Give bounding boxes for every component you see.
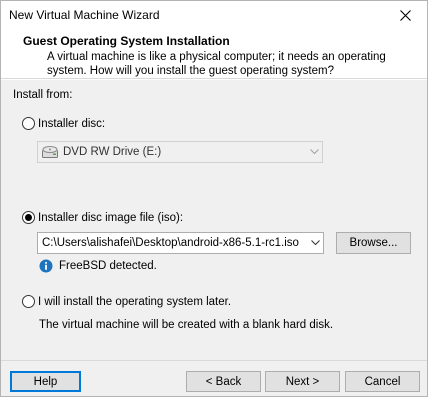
install-from-label: Install from: [13, 89, 73, 101]
page-description: A virtual machine is like a physical com… [47, 51, 386, 77]
iso-option[interactable]: Installer disc image file (iso): [22, 211, 183, 224]
iso-path-value: C:\Users\alishafei\Desktop\android-x86-5… [42, 237, 299, 249]
help-button[interactable]: Help [10, 371, 81, 392]
wizard-footer: Help < Back Next > Cancel [1, 360, 427, 396]
chevron-down-icon [307, 240, 323, 246]
browse-button[interactable]: Browse... [336, 232, 411, 254]
info-icon [39, 259, 53, 273]
install-later-note: The virtual machine will be created with… [39, 319, 334, 331]
iso-path-select[interactable]: C:\Users\alishafei\Desktop\android-x86-5… [37, 232, 324, 254]
chevron-down-icon [306, 149, 322, 155]
dvd-drive-icon [41, 145, 59, 159]
next-button[interactable]: Next > [265, 371, 340, 392]
installer-disc-radio[interactable] [22, 117, 35, 130]
detected-os-text: FreeBSD detected. [59, 260, 157, 272]
wizard-content: Install from: Installer disc: DVD RW Dri… [1, 80, 427, 360]
page-title: Guest Operating System Installation [23, 34, 230, 48]
close-button[interactable] [383, 1, 427, 30]
detection-status: FreeBSD detected. [39, 259, 157, 273]
install-later-option[interactable]: I will install the operating system late… [22, 295, 231, 308]
wizard-header: Guest Operating System Installation A vi… [1, 30, 427, 79]
wizard-window: New Virtual Machine Wizard Guest Operati… [0, 0, 428, 397]
close-icon [399, 10, 411, 21]
title-bar: New Virtual Machine Wizard [1, 1, 427, 30]
iso-label: Installer disc image file (iso): [38, 211, 184, 224]
cancel-button[interactable]: Cancel [345, 371, 420, 392]
installer-disc-option[interactable]: Installer disc: [22, 117, 105, 130]
install-later-label: I will install the operating system late… [38, 295, 232, 308]
installer-disc-label: Installer disc: [38, 117, 106, 130]
window-title: New Virtual Machine Wizard [9, 8, 160, 22]
disc-drive-select[interactable]: DVD RW Drive (E:) [37, 141, 323, 163]
back-button[interactable]: < Back [186, 371, 261, 392]
install-later-radio[interactable] [22, 295, 35, 308]
disc-drive-value: DVD RW Drive (E:) [63, 146, 162, 158]
iso-radio[interactable] [22, 211, 35, 224]
